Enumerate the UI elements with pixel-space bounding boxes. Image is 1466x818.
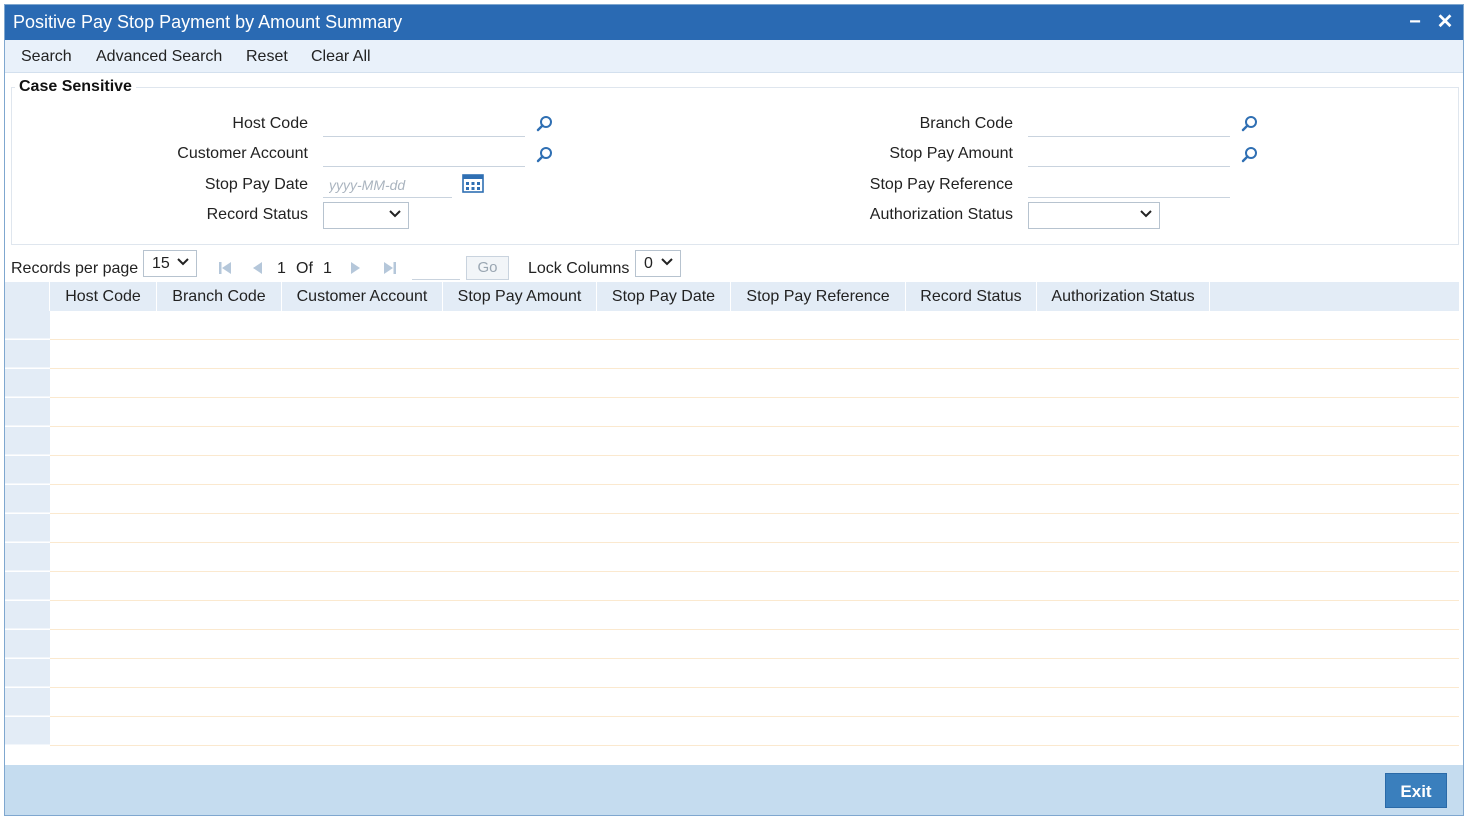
row-selector[interactable]	[5, 659, 50, 687]
row-selector[interactable]	[5, 456, 50, 484]
column-header-branch-code[interactable]: Branch Code	[157, 282, 282, 311]
row-selector[interactable]	[5, 427, 50, 455]
lock-columns-select[interactable]: 0	[635, 250, 681, 277]
chevron-down-icon	[389, 210, 401, 218]
table-row[interactable]	[50, 659, 1459, 688]
next-page-icon[interactable]	[345, 258, 365, 278]
row-selector[interactable]	[5, 398, 50, 426]
title-bar[interactable]: Positive Pay Stop Payment by Amount Summ…	[5, 5, 1463, 40]
row-selector[interactable]	[5, 601, 50, 629]
records-per-page-label: Records per page	[11, 260, 139, 277]
advanced-search-button[interactable]: Advanced Search	[96, 48, 222, 66]
table-row[interactable]	[50, 485, 1459, 514]
case-sensitive-legend: Case Sensitive	[15, 78, 136, 96]
stop-pay-amount-lookup-icon[interactable]	[1241, 146, 1259, 164]
row-selector[interactable]	[5, 369, 50, 397]
stop-pay-reference-input[interactable]	[1028, 173, 1230, 198]
of-label: Of	[296, 260, 313, 277]
stop-pay-amount-label: Stop Pay Amount	[889, 145, 1013, 162]
table-row[interactable]	[50, 340, 1459, 369]
lock-columns-label: Lock Columns	[528, 260, 630, 277]
host-code-lookup-icon[interactable]	[536, 115, 554, 133]
table-row[interactable]	[50, 427, 1459, 456]
table-row[interactable]	[50, 601, 1459, 630]
table-row[interactable]	[50, 456, 1459, 485]
go-button[interactable]: Go	[466, 256, 509, 280]
column-header-stop-pay-date[interactable]: Stop Pay Date	[597, 282, 731, 311]
go-to-page-input[interactable]	[412, 257, 460, 280]
last-page-icon[interactable]	[380, 258, 400, 278]
table-row[interactable]	[50, 311, 1459, 340]
customer-account-lookup-icon[interactable]	[536, 146, 554, 164]
column-header-customer-account[interactable]: Customer Account	[282, 282, 443, 311]
select-all-column-header[interactable]	[5, 282, 50, 311]
chevron-down-icon	[661, 258, 673, 266]
stop-pay-date-input[interactable]	[323, 173, 452, 198]
table-row[interactable]	[50, 369, 1459, 398]
first-page-icon[interactable]	[215, 258, 235, 278]
chevron-down-icon	[177, 258, 189, 266]
branch-code-lookup-icon[interactable]	[1241, 115, 1259, 133]
authorization-status-label: Authorization Status	[869, 206, 1013, 223]
row-selector[interactable]	[5, 485, 50, 513]
table-row[interactable]	[50, 514, 1459, 543]
row-selector[interactable]	[5, 630, 50, 658]
grid-header: Host Code Branch Code Customer Account S…	[5, 282, 1459, 311]
column-header-record-status[interactable]: Record Status	[906, 282, 1037, 311]
row-selector[interactable]	[5, 717, 50, 745]
table-row[interactable]	[50, 543, 1459, 572]
table-row[interactable]	[50, 630, 1459, 659]
host-code-label: Host Code	[232, 115, 308, 132]
row-selector[interactable]	[5, 514, 50, 542]
records-per-page-value: 15	[152, 255, 170, 272]
stop-pay-date-label: Stop Pay Date	[204, 176, 308, 193]
stop-pay-reference-label: Stop Pay Reference	[869, 176, 1013, 193]
customer-account-input[interactable]	[323, 142, 525, 167]
table-row[interactable]	[50, 572, 1459, 601]
minimize-button[interactable]: −	[1403, 10, 1427, 34]
chevron-down-icon	[1140, 210, 1152, 218]
records-per-page-select[interactable]: 15	[143, 250, 197, 277]
calendar-icon[interactable]	[462, 173, 484, 193]
footer-bar: Exit	[5, 765, 1463, 815]
column-header-stop-pay-amount[interactable]: Stop Pay Amount	[443, 282, 597, 311]
column-header-authorization-status[interactable]: Authorization Status	[1037, 282, 1210, 311]
previous-page-icon[interactable]	[248, 258, 268, 278]
table-row[interactable]	[50, 398, 1459, 427]
summary-window: Positive Pay Stop Payment by Amount Summ…	[4, 4, 1464, 816]
lock-columns-value: 0	[644, 255, 653, 272]
column-header-stop-pay-reference[interactable]: Stop Pay Reference	[731, 282, 906, 311]
toolbar: Search Advanced Search Reset Clear All	[5, 40, 1463, 73]
authorization-status-select[interactable]	[1028, 202, 1160, 229]
row-selector[interactable]	[5, 572, 50, 600]
table-row[interactable]	[50, 717, 1459, 746]
row-selector[interactable]	[5, 311, 50, 339]
customer-account-label: Customer Account	[177, 145, 308, 162]
row-selector[interactable]	[5, 340, 50, 368]
exit-button[interactable]: Exit	[1385, 773, 1447, 808]
stop-pay-amount-input[interactable]	[1028, 142, 1230, 167]
column-header-host-code[interactable]: Host Code	[50, 282, 157, 311]
search-button[interactable]: Search	[21, 48, 72, 66]
row-selector[interactable]	[5, 543, 50, 571]
clear-all-button[interactable]: Clear All	[311, 48, 371, 66]
total-pages: 1	[323, 260, 332, 277]
host-code-input[interactable]	[323, 112, 525, 137]
record-status-label: Record Status	[206, 206, 308, 223]
table-row[interactable]	[50, 688, 1459, 717]
results-grid: Host Code Branch Code Customer Account S…	[5, 282, 1459, 746]
window-title: Positive Pay Stop Payment by Amount Summ…	[13, 12, 403, 32]
record-status-select[interactable]	[323, 202, 409, 229]
close-button[interactable]: ✕	[1433, 10, 1457, 34]
row-selector[interactable]	[5, 688, 50, 716]
branch-code-label: Branch Code	[919, 115, 1013, 132]
reset-button[interactable]: Reset	[246, 48, 288, 66]
current-page-number: 1	[277, 260, 286, 277]
branch-code-input[interactable]	[1028, 112, 1230, 137]
